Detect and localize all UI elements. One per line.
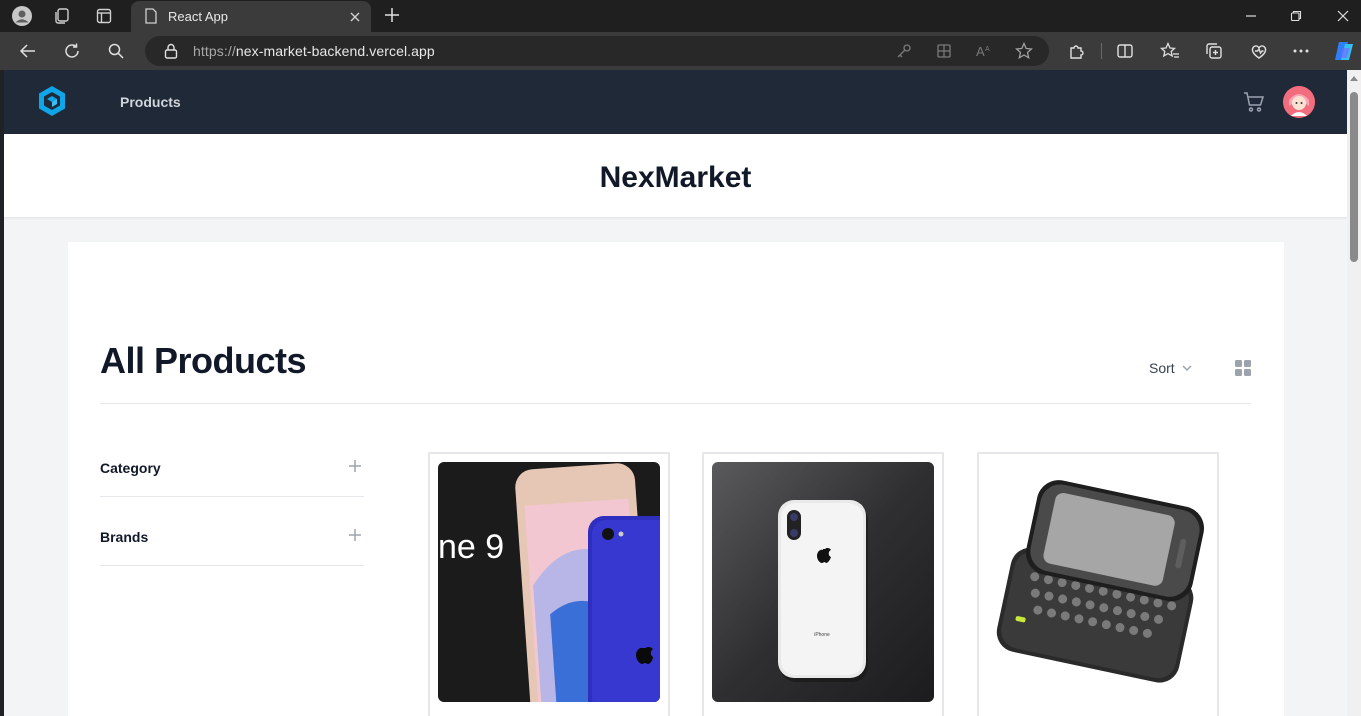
extensions-icon[interactable] xyxy=(1067,41,1087,61)
address-bar[interactable]: https://nex-market-backend.vercel.app AA xyxy=(145,36,1049,66)
profile-icon[interactable] xyxy=(12,6,32,26)
site-header: NexMarket xyxy=(4,134,1347,218)
sort-label: Sort xyxy=(1149,360,1175,376)
back-icon[interactable] xyxy=(18,41,38,61)
copilot-icon[interactable] xyxy=(1333,40,1357,62)
product-image-iphone-x[interactable]: iPhone xyxy=(712,462,934,702)
product-card[interactable]: ne 9 xyxy=(428,452,670,716)
page-viewport: Products NexMarket All Products Sort Cat… xyxy=(4,70,1347,716)
url-text[interactable]: https://nex-market-backend.vercel.app xyxy=(193,43,435,59)
favorites-icon[interactable] xyxy=(1160,41,1180,61)
user-avatar[interactable] xyxy=(1283,86,1315,118)
scroll-up-arrow-icon[interactable] xyxy=(1350,76,1358,81)
filter-category[interactable]: Category xyxy=(100,428,364,497)
filter-label: Brands xyxy=(100,529,149,545)
browser-tabstrip: React App xyxy=(0,0,1361,32)
refresh-icon[interactable] xyxy=(62,41,82,61)
plus-icon[interactable] xyxy=(348,459,362,478)
page-icon xyxy=(141,6,161,26)
more-menu-icon[interactable] xyxy=(1291,41,1311,61)
workspaces-icon[interactable] xyxy=(52,6,72,26)
close-window-icon[interactable] xyxy=(1333,6,1353,26)
grid-view-icon[interactable] xyxy=(1234,359,1252,382)
site-title: NexMarket xyxy=(599,161,752,194)
tab-react-app[interactable]: React App xyxy=(131,1,371,32)
product-card[interactable] xyxy=(977,452,1219,716)
product-card[interactable]: iPhone xyxy=(702,452,944,716)
collections-icon[interactable] xyxy=(1204,41,1224,61)
tab-title: React App xyxy=(168,9,228,24)
filter-brands[interactable]: Brands xyxy=(100,497,364,566)
product-image-iphone-9[interactable]: ne 9 xyxy=(438,462,660,702)
nexmarket-logo-icon[interactable] xyxy=(36,84,68,123)
new-tab-icon[interactable] xyxy=(382,5,402,25)
app-navbar: Products xyxy=(4,70,1347,134)
page-scrollbar[interactable] xyxy=(1347,70,1361,716)
close-tab-icon[interactable] xyxy=(345,7,365,27)
chevron-down-icon xyxy=(1182,365,1192,372)
search-icon[interactable] xyxy=(106,41,126,61)
heading-divider xyxy=(100,403,1251,404)
read-aloud-icon[interactable]: AA xyxy=(974,41,994,61)
app-available-icon[interactable] xyxy=(934,41,954,61)
promo-text: ne 9 xyxy=(438,528,504,566)
svg-text:A: A xyxy=(985,46,990,53)
browser-toolbar: https://nex-market-backend.vercel.app AA xyxy=(0,32,1361,70)
scrollbar-thumb[interactable] xyxy=(1350,92,1358,262)
product-image-slider-phone[interactable] xyxy=(987,462,1209,702)
sort-dropdown[interactable]: Sort xyxy=(1149,360,1193,376)
lock-icon[interactable] xyxy=(161,41,181,61)
key-icon[interactable] xyxy=(894,41,914,61)
phone-label-text: iPhone xyxy=(814,632,830,638)
browser-essentials-icon[interactable] xyxy=(1249,41,1269,61)
tab-actions-icon[interactable] xyxy=(94,6,114,26)
nav-link-products[interactable]: Products xyxy=(120,94,181,110)
minimize-icon[interactable] xyxy=(1241,6,1261,26)
plus-icon[interactable] xyxy=(348,528,362,547)
filter-label: Category xyxy=(100,460,161,476)
svg-text:A: A xyxy=(976,44,985,59)
products-panel: All Products Sort Category Brands ne 9 i… xyxy=(68,242,1284,716)
restore-icon[interactable] xyxy=(1286,6,1306,26)
shopping-cart-icon[interactable] xyxy=(1242,90,1266,119)
split-screen-icon[interactable] xyxy=(1115,41,1135,61)
page-heading: All Products xyxy=(100,340,307,381)
toolbar-divider xyxy=(1101,43,1102,59)
favorite-star-icon[interactable] xyxy=(1014,41,1034,61)
